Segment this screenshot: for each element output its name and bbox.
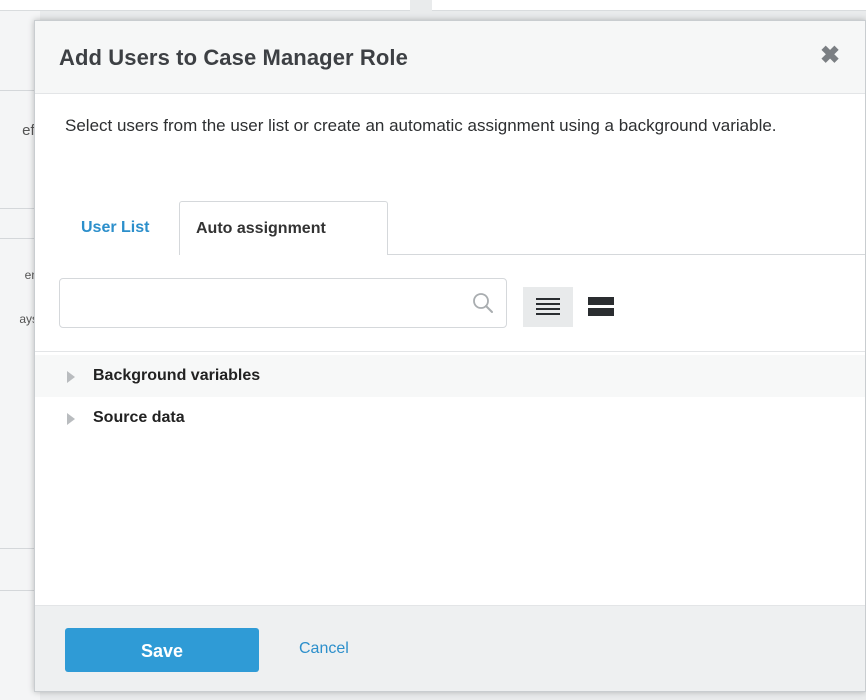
- compact-view-button[interactable]: [523, 287, 573, 327]
- close-icon[interactable]: ✖: [817, 43, 843, 69]
- background-top-bar-right: [432, 0, 866, 11]
- background-text-fragment: en: [24, 268, 38, 282]
- tab-user-list[interactable]: User List: [65, 201, 175, 255]
- dialog-footer: Save Cancel: [35, 605, 865, 691]
- tab-auto-assignment[interactable]: Auto assignment: [179, 201, 388, 255]
- tree-item-label: Background variables: [93, 367, 261, 384]
- tab-underline: [387, 254, 865, 255]
- cancel-link[interactable]: Cancel: [299, 640, 349, 658]
- variable-tree: Background variables Source data: [35, 351, 865, 606]
- dialog-description: Select users from the user list or creat…: [65, 116, 777, 135]
- background-text-fragment: ays: [19, 312, 38, 326]
- search-icon[interactable]: [472, 292, 494, 314]
- background-text-fragment: efi: [22, 122, 38, 139]
- expanded-view-button[interactable]: [575, 287, 625, 327]
- expand-arrow-icon[interactable]: [67, 413, 75, 425]
- search-input[interactable]: [70, 289, 464, 319]
- tree-item-source-data[interactable]: Source data: [35, 397, 865, 439]
- background-top-bar: [0, 0, 410, 11]
- tree-item-label: Source data: [93, 409, 185, 426]
- list-expanded-icon: [588, 297, 614, 316]
- list-compact-icon: [536, 298, 560, 315]
- expand-arrow-icon[interactable]: [67, 371, 75, 383]
- dialog-header: Add Users to Case Manager Role ✖: [35, 21, 865, 94]
- dialog-title: Add Users to Case Manager Role: [59, 45, 408, 70]
- tab-bar: User List Auto assignment: [65, 201, 865, 255]
- tree-item-background-variables[interactable]: Background variables: [35, 355, 865, 397]
- add-users-dialog: Add Users to Case Manager Role ✖ Select …: [34, 20, 866, 692]
- save-button[interactable]: Save: [65, 628, 259, 672]
- search-field[interactable]: [59, 278, 507, 328]
